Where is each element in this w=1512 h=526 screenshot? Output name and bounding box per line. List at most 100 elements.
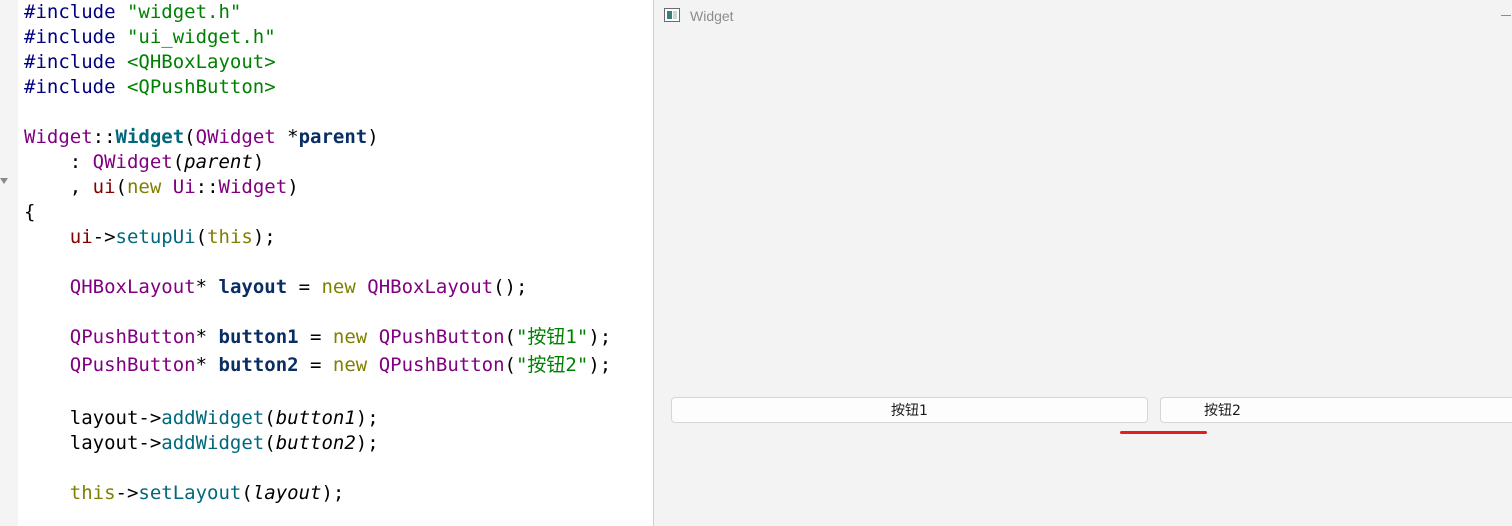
code-line: #include <QPushButton> <box>24 75 276 100</box>
code-token: -> <box>138 432 162 454</box>
code-line: #include "ui_widget.h" <box>24 25 276 50</box>
code-line: layout->addWidget(button2); <box>24 431 379 456</box>
code-editor[interactable]: #include "widget.h" #include "ui_widget.h… <box>0 0 654 526</box>
window-titlebar[interactable]: Widget <box>654 0 1512 32</box>
code-token: #include <box>24 1 127 23</box>
code-token: Widget <box>24 126 93 148</box>
code-line: #include <QHBoxLayout> <box>24 50 276 75</box>
code-token: Widget <box>218 176 288 198</box>
code-line: QPushButton* button2 = new QPushButton("… <box>24 353 611 378</box>
code-token: Ui <box>172 176 196 198</box>
code-token: button2 <box>275 432 356 454</box>
code-token: <QHBoxLayout> <box>126 51 276 73</box>
code-token: -> <box>138 407 162 429</box>
code-token: = <box>298 326 333 348</box>
code-token: ( <box>195 226 208 248</box>
code-token: QPushButton <box>69 326 196 348</box>
code-token: new <box>332 326 368 348</box>
window-title: Widget <box>690 8 734 24</box>
code-token: -> <box>115 482 139 504</box>
code-line: : QWidget(parent) <box>24 150 265 175</box>
code-token: this <box>69 482 116 504</box>
red-annotation-underline <box>1120 431 1207 434</box>
code-line: QPushButton* button1 = new QPushButton("… <box>24 325 611 350</box>
editor-gutter <box>0 0 18 526</box>
code-token: ( <box>264 432 276 454</box>
code-token: ( <box>172 151 185 173</box>
code-line: { <box>24 200 35 225</box>
code-token: #include <box>24 26 127 48</box>
code-line: Widget::Widget(QWidget *parent) <box>24 125 379 150</box>
code-token: ) <box>252 151 265 173</box>
code-line: this->setLayout(layout); <box>24 481 345 506</box>
code-token: "按钮2" <box>515 354 589 376</box>
minimize-icon[interactable] <box>1501 15 1511 16</box>
code-token: ); <box>252 226 276 248</box>
push-button-2[interactable]: 按钮2 <box>1160 397 1512 423</box>
code-token: QPushButton <box>378 354 505 376</box>
code-token: = <box>287 276 322 298</box>
code-token: setLayout <box>138 482 242 504</box>
widget-window: Widget 按钮1 按钮2 <box>653 0 1512 526</box>
code-token: ); <box>588 326 612 348</box>
code-token: QHBoxLayout <box>367 276 494 298</box>
code-token: ( <box>241 482 253 504</box>
push-button-1-label: 按钮1 <box>891 403 928 419</box>
code-line: layout->addWidget(button1); <box>24 406 379 431</box>
code-token: ui <box>92 176 116 198</box>
code-token: (); <box>493 276 528 298</box>
code-token: parent <box>298 126 368 148</box>
code-line: , ui(new Ui::Widget) <box>24 175 299 200</box>
code-token: "widget.h" <box>126 1 242 23</box>
code-token: this <box>207 226 253 248</box>
push-button-2-label: 按钮2 <box>1204 403 1241 419</box>
code-token: ( <box>264 407 276 429</box>
code-token: QWidget <box>195 126 276 148</box>
fold-arrow-icon[interactable] <box>0 178 8 184</box>
code-token: QPushButton <box>69 354 196 376</box>
push-button-1[interactable]: 按钮1 <box>671 397 1148 423</box>
code-token: "ui_widget.h" <box>126 26 276 48</box>
code-token: ( <box>504 326 516 348</box>
code-token: ( <box>504 354 516 376</box>
code-token: button1 <box>218 326 299 348</box>
code-token: * <box>275 126 299 148</box>
code-token: layout <box>69 407 139 429</box>
code-token: -> <box>92 226 116 248</box>
code-token: QWidget <box>92 151 173 173</box>
code-line: QHBoxLayout* layout = new QHBoxLayout(); <box>24 275 528 300</box>
code-token: ) <box>287 176 299 198</box>
code-token: ); <box>321 482 345 504</box>
code-token: ); <box>355 407 379 429</box>
code-token: ); <box>588 354 612 376</box>
code-token: ui <box>69 226 93 248</box>
code-token: * <box>195 354 219 376</box>
code-token: ( <box>115 176 127 198</box>
code-token: ); <box>355 432 379 454</box>
code-token: addWidget <box>161 432 265 454</box>
code-token: #include <box>24 76 127 98</box>
code-token: #include <box>24 51 127 73</box>
code-token: button1 <box>275 407 356 429</box>
code-token: button2 <box>218 354 299 376</box>
code-token: layout <box>218 276 288 298</box>
code-token: = <box>298 354 333 376</box>
code-token: <QPushButton> <box>126 76 276 98</box>
code-token: :: <box>195 176 219 198</box>
code-token: * <box>195 326 219 348</box>
code-token: addWidget <box>161 407 265 429</box>
code-token: ( <box>184 126 196 148</box>
code-token: QPushButton <box>378 326 505 348</box>
code-token: Widget <box>115 126 185 148</box>
